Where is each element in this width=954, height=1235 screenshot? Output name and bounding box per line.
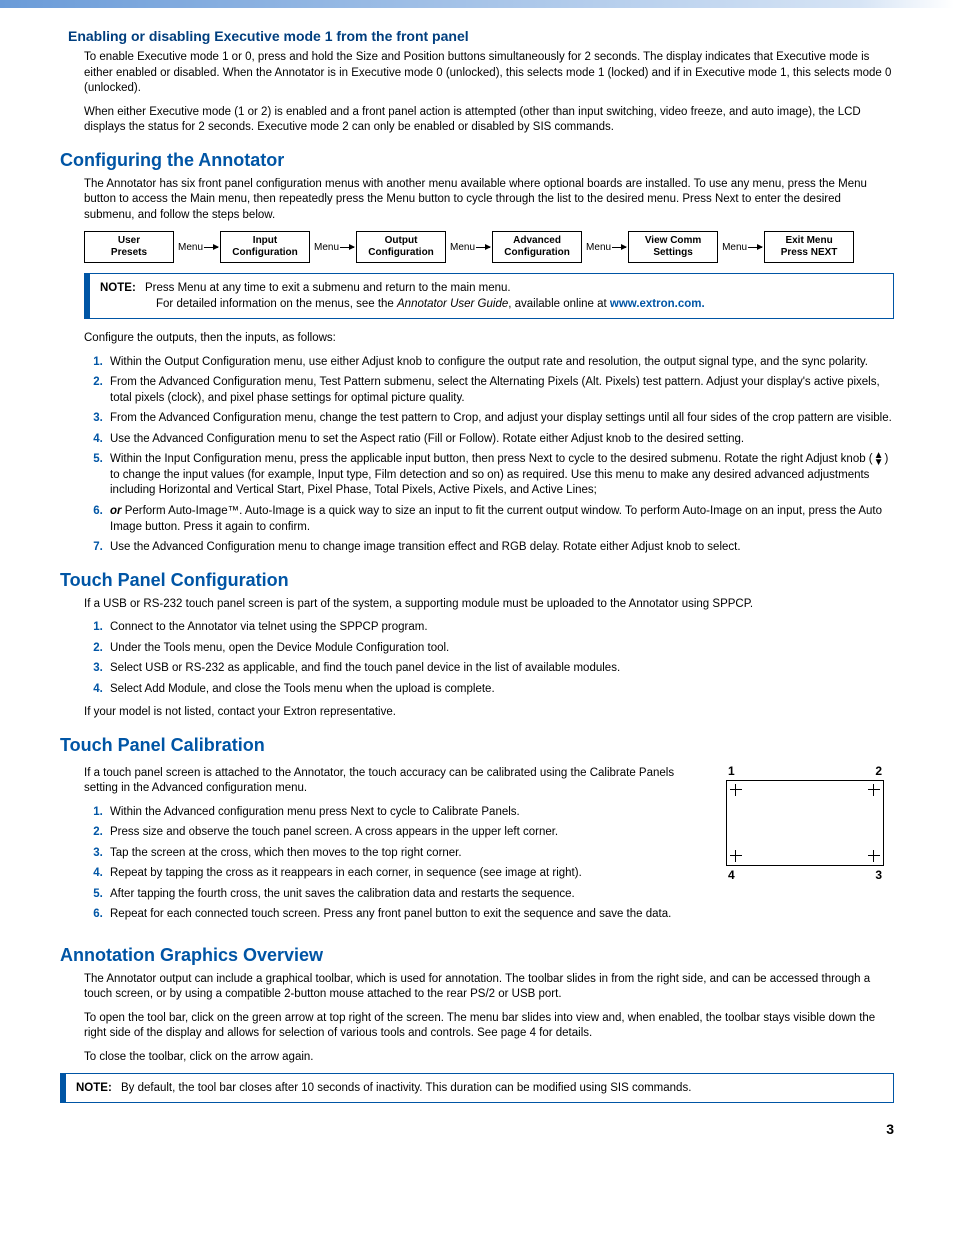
menu-line1: User bbox=[118, 235, 140, 246]
menu-box-input-config: Input Configuration bbox=[220, 231, 310, 263]
menu-box-advanced-config: Advanced Configuration bbox=[492, 231, 582, 263]
note-box-toolbar: NOTE: By default, the tool bar closes af… bbox=[60, 1073, 894, 1103]
menu-flow-diagram: User Presets Menu Input Configuration Me… bbox=[84, 231, 894, 263]
para-exec-1: To enable Executive mode 1 or 0, press a… bbox=[84, 50, 894, 97]
note-text: For detailed information on the menus, s… bbox=[156, 298, 397, 310]
tcal-step-3: Tap the screen at the cross, which then … bbox=[106, 846, 700, 862]
tcal-step-4: Repeat by tapping the cross as it reappe… bbox=[106, 866, 700, 882]
cross-icon bbox=[730, 850, 742, 862]
tcal-step-6: Repeat for each connected touch screen. … bbox=[106, 907, 700, 923]
fig-num-1: 1 bbox=[728, 764, 735, 778]
menu-line2: Settings bbox=[653, 247, 692, 258]
header-gradient-bar bbox=[0, 0, 954, 8]
menu-arrow-label: Menu bbox=[314, 242, 339, 253]
config-step-5: Within the Input Configuration menu, pre… bbox=[106, 452, 894, 499]
para-touch-config: If a USB or RS-232 touch panel screen is… bbox=[84, 597, 894, 613]
tcfg-step-1: Connect to the Annotator via telnet usin… bbox=[106, 620, 894, 636]
menu-arrow-label: Menu bbox=[722, 242, 747, 253]
note-label: NOTE: bbox=[76, 1082, 112, 1094]
config-step-1: Within the Output Configuration menu, us… bbox=[106, 355, 894, 371]
heading-touch-config: Touch Panel Configuration bbox=[60, 570, 894, 591]
menu-line1: Output bbox=[385, 235, 418, 246]
note-line2: For detailed information on the menus, s… bbox=[156, 296, 883, 312]
page-content: Enabling or disabling Executive mode 1 f… bbox=[0, 28, 954, 1167]
menu-line1: Input bbox=[253, 235, 277, 246]
tcfg-step-2: Under the Tools menu, open the Device Mo… bbox=[106, 641, 894, 657]
cross-icon bbox=[730, 784, 742, 796]
menu-line1: Advanced bbox=[513, 235, 561, 246]
config-step-3: From the Advanced Configuration menu, ch… bbox=[106, 411, 894, 427]
menu-line2: Configuration bbox=[504, 247, 570, 258]
menu-line1: Exit Menu bbox=[785, 235, 832, 246]
menu-arrow-label: Menu bbox=[586, 242, 611, 253]
menu-box-view-comm: View Comm Settings bbox=[628, 231, 718, 263]
note-text: By default, the tool bar closes after 10… bbox=[121, 1082, 691, 1094]
tcfg-step-4: Select Add Module, and close the Tools m… bbox=[106, 682, 894, 698]
menu-arrow-label: Menu bbox=[178, 242, 203, 253]
config-step-2: From the Advanced Configuration menu, Te… bbox=[106, 375, 894, 406]
config-steps-list: Within the Output Configuration menu, us… bbox=[84, 355, 894, 556]
calibration-rect bbox=[726, 780, 884, 866]
para-anno-2: To open the tool bar, click on the green… bbox=[84, 1011, 894, 1042]
para-exec-2: When either Executive mode (1 or 2) is e… bbox=[84, 105, 894, 136]
menu-arrow: Menu bbox=[310, 242, 356, 253]
menu-line1: View Comm bbox=[645, 235, 702, 246]
touch-config-steps: Connect to the Annotator via telnet usin… bbox=[84, 620, 894, 697]
menu-arrow: Menu bbox=[582, 242, 628, 253]
heading-annotation-overview: Annotation Graphics Overview bbox=[60, 945, 894, 966]
menu-arrow: Menu bbox=[718, 242, 764, 253]
config-step-6: or Perform Auto-Image™. Auto-Image is a … bbox=[106, 504, 894, 535]
tcal-step-2: Press size and observe the touch panel s… bbox=[106, 825, 700, 841]
config-step-4: Use the Advanced Configuration menu to s… bbox=[106, 432, 894, 448]
step6-text: Perform Auto-Image™. Auto-Image is a qui… bbox=[110, 505, 882, 533]
menu-arrow: Menu bbox=[446, 242, 492, 253]
para-touch-config-2: If your model is not listed, contact you… bbox=[84, 705, 894, 721]
step5-part1: Within the Input Configuration menu, pre… bbox=[110, 453, 873, 465]
para-anno-1: The Annotator output can include a graph… bbox=[84, 972, 894, 1003]
note-label: NOTE: bbox=[100, 282, 136, 294]
note-guide-title: Annotator User Guide bbox=[397, 298, 508, 310]
tcal-step-5: After tapping the fourth cross, the unit… bbox=[106, 887, 700, 903]
para-config-intro: The Annotator has six front panel config… bbox=[84, 177, 894, 224]
menu-line2: Configuration bbox=[368, 247, 434, 258]
para-config-outputs: Configure the outputs, then the inputs, … bbox=[84, 331, 894, 347]
heading-touch-calibration: Touch Panel Calibration bbox=[60, 735, 894, 756]
calibration-figure: 1 2 4 3 bbox=[720, 764, 890, 882]
menu-box-exit-menu: Exit Menu Press NEXT bbox=[764, 231, 854, 263]
menu-box-output-config: Output Configuration bbox=[356, 231, 446, 263]
menu-box-user-presets: User Presets bbox=[84, 231, 174, 263]
cross-icon bbox=[868, 784, 880, 796]
tcal-step-1: Within the Advanced configuration menu p… bbox=[106, 805, 700, 821]
touch-cal-steps: Within the Advanced configuration menu p… bbox=[84, 805, 700, 923]
updown-icon: ▲▼ bbox=[874, 452, 884, 466]
para-anno-3: To close the toolbar, click on the arrow… bbox=[84, 1050, 894, 1066]
page-number: 3 bbox=[60, 1121, 894, 1137]
note-text: , available online at bbox=[508, 298, 610, 310]
note-box-menu: NOTE: Press Menu at any time to exit a s… bbox=[84, 273, 894, 319]
menu-arrow: Menu bbox=[174, 242, 220, 253]
cross-icon bbox=[868, 850, 880, 862]
heading-exec-mode: Enabling or disabling Executive mode 1 f… bbox=[68, 28, 894, 44]
fig-num-3: 3 bbox=[875, 868, 882, 882]
menu-line2: Configuration bbox=[232, 247, 298, 258]
step6-or: or bbox=[110, 505, 122, 517]
menu-line2: Press NEXT bbox=[781, 247, 838, 258]
fig-num-4: 4 bbox=[728, 868, 735, 882]
para-touch-cal: If a touch panel screen is attached to t… bbox=[84, 766, 700, 797]
note-line1: Press Menu at any time to exit a submenu… bbox=[145, 282, 511, 294]
config-step-7: Use the Advanced Configuration menu to c… bbox=[106, 540, 894, 556]
fig-num-2: 2 bbox=[875, 764, 882, 778]
heading-configuring: Configuring the Annotator bbox=[60, 150, 894, 171]
menu-arrow-label: Menu bbox=[450, 242, 475, 253]
menu-line2: Presets bbox=[111, 247, 147, 258]
tcfg-step-3: Select USB or RS-232 as applicable, and … bbox=[106, 661, 894, 677]
link-extron[interactable]: www.extron.com. bbox=[610, 298, 705, 310]
